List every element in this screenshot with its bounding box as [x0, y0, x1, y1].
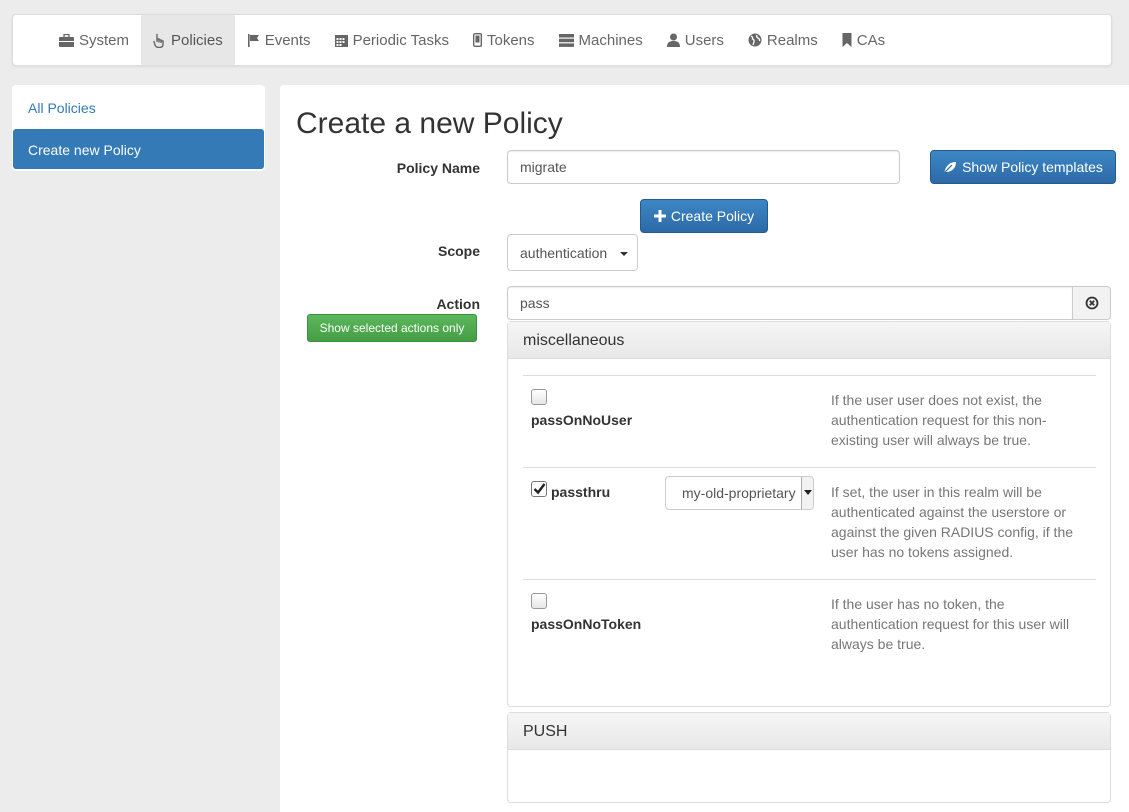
show-selected-actions-button[interactable]: Show selected actions only — [307, 314, 477, 342]
nav-events[interactable]: Events — [235, 15, 323, 65]
action-filter-input[interactable] — [507, 286, 1073, 320]
nav-label: Periodic Tasks — [352, 31, 449, 49]
nav-policies[interactable]: Policies — [141, 15, 235, 65]
globe-icon — [748, 33, 762, 47]
passthru-value-select[interactable]: my-old-proprietary — [665, 476, 814, 510]
action-description: If the user has no token, the authentica… — [831, 596, 1070, 652]
scope-value: authentication — [520, 244, 608, 261]
nav-label: Events — [264, 31, 311, 49]
action-description: If set, the user in this realm will be a… — [831, 484, 1074, 560]
scope-label: Scope — [437, 243, 480, 259]
dropdown-arrow-icon — [801, 477, 813, 509]
policy-name-label: Policy Name — [396, 160, 480, 176]
user-icon — [666, 33, 680, 47]
sidebar: All Policies Create new Policy — [12, 85, 265, 171]
calendar-icon — [334, 34, 348, 47]
plus-icon — [653, 210, 666, 222]
action-description: If the user user does not exist, the aut… — [831, 392, 1047, 448]
nav-label: Users — [684, 31, 724, 49]
action-row-passonnotoken: passOnNoToken If the user has no token, … — [523, 579, 1096, 671]
nav-label: CAs — [856, 31, 886, 49]
checkmark-icon — [533, 483, 546, 495]
action-row-passthru: passthru my-old-proprietary If set, the … — [523, 467, 1096, 579]
action-name: passOnNoToken — [531, 616, 642, 632]
action-name: passthru — [551, 484, 611, 500]
show-policy-templates-button[interactable]: Show Policy templates — [930, 150, 1116, 184]
nav-system[interactable]: System — [47, 15, 141, 65]
nav-label: Policies — [171, 31, 223, 49]
briefcase-icon — [59, 33, 74, 47]
push-group-header[interactable]: PUSH — [508, 713, 1110, 750]
phone-icon — [473, 33, 482, 47]
nav-label: System — [79, 31, 130, 49]
caret-down-icon — [620, 252, 628, 256]
passonnouser-checkbox[interactable] — [531, 389, 547, 405]
passonnotoken-checkbox[interactable] — [531, 593, 547, 609]
page-title: Create a new Policy — [296, 107, 563, 140]
push-action-group: PUSH — [507, 712, 1111, 803]
passthru-checkbox[interactable] — [531, 481, 547, 497]
create-policy-button[interactable]: Create Policy — [640, 199, 768, 233]
server-icon — [558, 33, 574, 47]
sidebar-item-create-policy[interactable]: Create new Policy — [13, 129, 264, 169]
nav-users[interactable]: Users — [655, 15, 736, 65]
nav-tokens[interactable]: Tokens — [461, 15, 547, 65]
passthru-value: my-old-proprietary — [682, 485, 796, 501]
templates-label: Show Policy templates — [962, 159, 1103, 175]
misc-action-group: miscellaneous passOnNoUser If the user u… — [507, 321, 1111, 707]
create-policy-label: Create Policy — [670, 208, 755, 224]
flag-icon — [247, 33, 260, 47]
policy-name-input[interactable] — [507, 150, 900, 184]
top-navbar: System Policies Events Periodic Tasks To… — [12, 14, 1112, 66]
main-panel: Create a new Policy Policy Name Show Pol… — [280, 85, 1129, 812]
nav-machines[interactable]: Machines — [547, 15, 655, 65]
action-row-passonnouser: passOnNoUser If the user user does not e… — [523, 375, 1096, 467]
bookmark-icon — [842, 33, 852, 47]
nav-cas[interactable]: CAs — [830, 15, 897, 65]
misc-group-header[interactable]: miscellaneous — [508, 322, 1110, 359]
nav-label: Machines — [578, 31, 643, 49]
scope-select[interactable]: authentication — [507, 234, 638, 271]
nav-realms[interactable]: Realms — [736, 15, 830, 65]
leaf-icon — [943, 161, 957, 173]
action-label: Action — [436, 296, 480, 312]
nav-label: Tokens — [487, 31, 535, 49]
remove-circle-icon — [1085, 296, 1098, 310]
action-name: passOnNoUser — [531, 412, 633, 428]
nav-periodic-tasks[interactable]: Periodic Tasks — [323, 15, 461, 65]
hand-pointer-icon — [153, 33, 166, 48]
sidebar-item-all-policies[interactable]: All Policies — [12, 88, 265, 128]
nav-label: Realms — [766, 31, 818, 49]
clear-filter-button[interactable] — [1072, 286, 1111, 320]
